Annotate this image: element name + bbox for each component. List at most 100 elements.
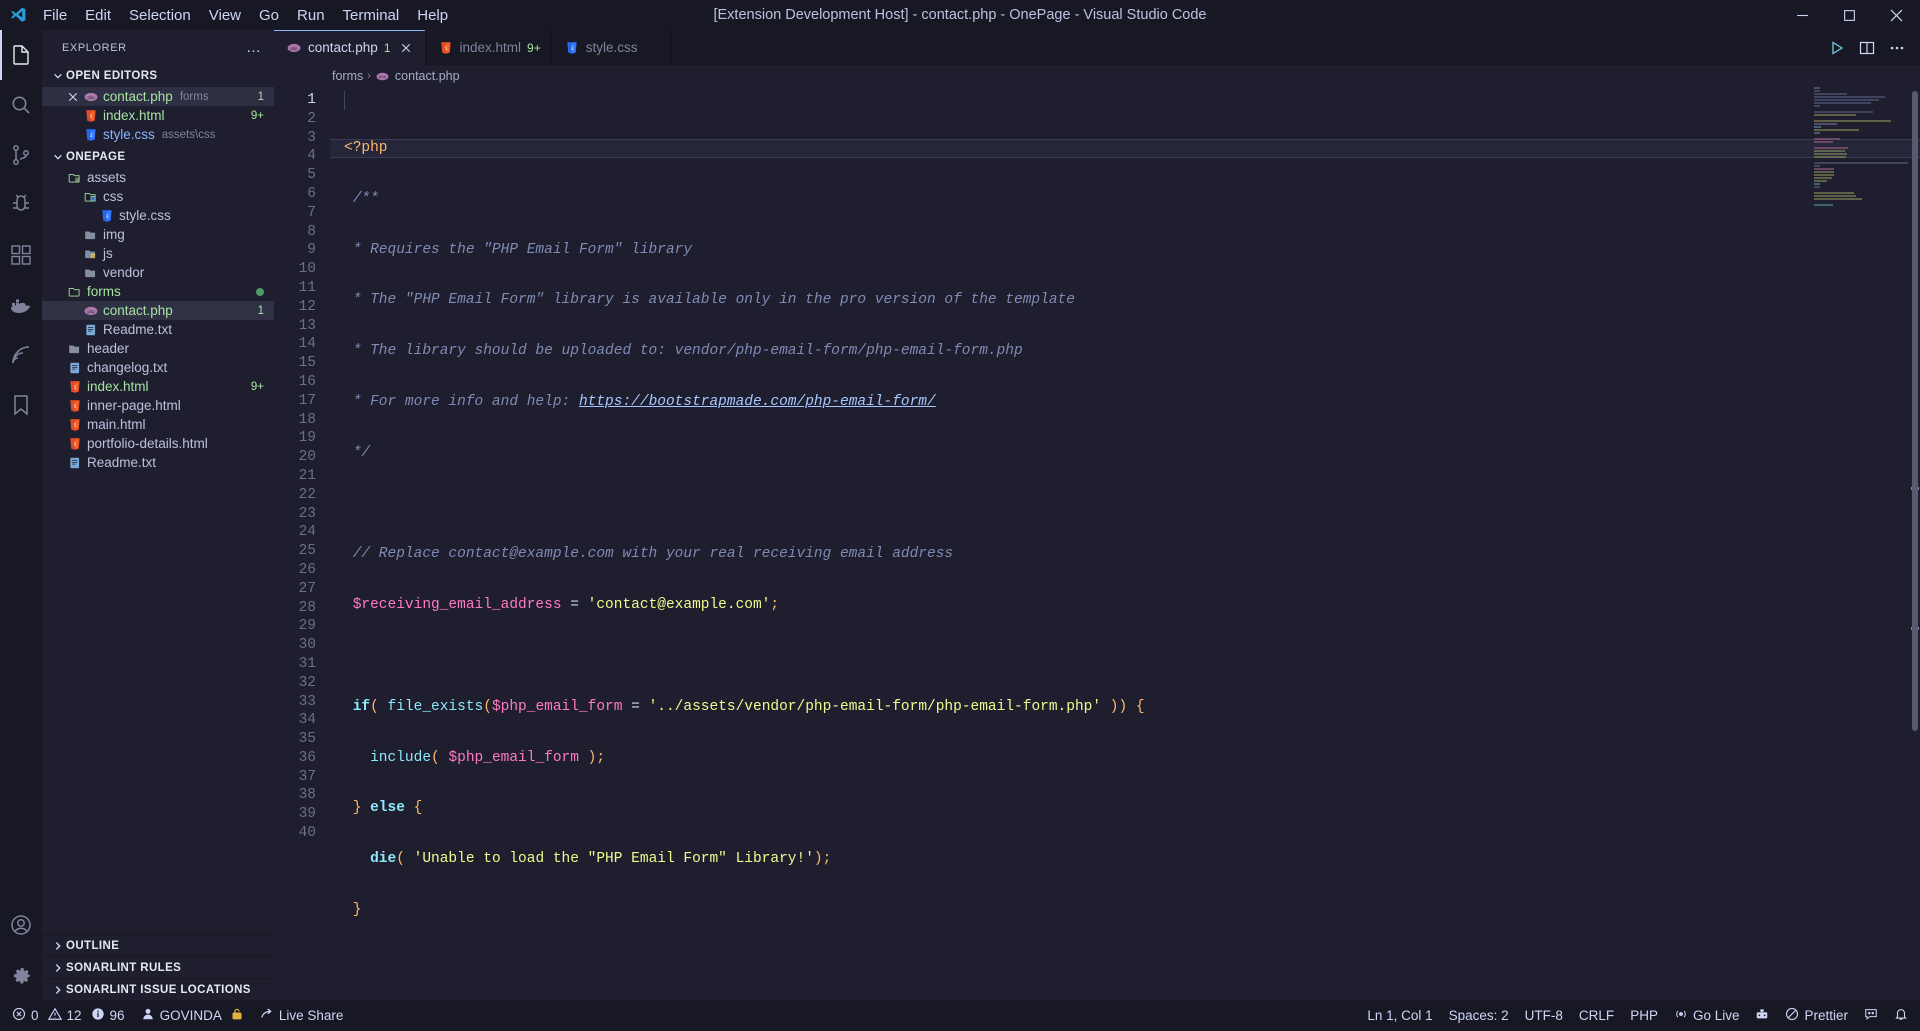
- status-cursor-position[interactable]: Ln 1, Col 1: [1359, 1000, 1440, 1031]
- status-feedback[interactable]: [1856, 1000, 1886, 1031]
- code-line: * The "PHP Email Form" library is availa…: [344, 292, 1075, 309]
- tab-index-html[interactable]: 5 index.html 9+: [425, 30, 552, 65]
- chevron-right-icon: [50, 941, 66, 951]
- tree-item-img[interactable]: img: [42, 225, 274, 244]
- tab-close-icon[interactable]: [397, 43, 415, 53]
- tree-item-portfolio-details-html[interactable]: 5 portfolio-details.html: [42, 434, 274, 453]
- panel-sonarlint-issue-locations[interactable]: SONARLINT ISSUE LOCATIONS: [42, 978, 274, 1000]
- split-editor-icon[interactable]: [1854, 35, 1880, 61]
- sidebar-more-actions-icon[interactable]: …: [246, 39, 262, 56]
- status-account[interactable]: GOVINDA: [133, 1000, 252, 1031]
- doc-link[interactable]: https://bootstrapmade.com/php-email-form…: [579, 394, 936, 410]
- ellipsis-icon[interactable]: [1884, 35, 1910, 61]
- status-problems[interactable]: 0 12 96: [4, 1000, 133, 1031]
- status-port-forward[interactable]: [1747, 1000, 1777, 1031]
- activity-accounts-icon[interactable]: [0, 900, 42, 950]
- maximize-button[interactable]: [1826, 0, 1873, 30]
- open-editors-section-header[interactable]: OPEN EDITORS: [42, 65, 274, 87]
- status-live-share[interactable]: Live Share: [252, 1000, 352, 1031]
- activity-debug-icon[interactable]: [0, 180, 42, 230]
- tree-item-index-html[interactable]: 5 index.html 9+: [42, 377, 274, 396]
- open-editor-sublabel: forms: [179, 90, 209, 103]
- tree-item-assets[interactable]: assets: [42, 168, 274, 187]
- project-section-header[interactable]: ONEPAGE: [42, 146, 274, 168]
- tree-item-style-css[interactable]: 3 style.css: [42, 206, 274, 225]
- menu-file[interactable]: File: [34, 3, 76, 28]
- php-icon: php: [82, 304, 100, 318]
- line-number: 5: [307, 167, 316, 184]
- line-number: 36: [298, 749, 316, 766]
- activity-docker-icon[interactable]: [0, 280, 42, 330]
- status-eol[interactable]: CRLF: [1571, 1000, 1622, 1031]
- status-go-live[interactable]: Go Live: [1666, 1000, 1748, 1031]
- lock-icon: [230, 1007, 244, 1024]
- activity-search-icon[interactable]: [0, 80, 42, 130]
- tree-item-label: js: [103, 246, 113, 261]
- panel-sonarlint-rules[interactable]: SONARLINT RULES: [42, 956, 274, 978]
- status-encoding[interactable]: UTF-8: [1517, 1000, 1571, 1031]
- activity-extensions-icon[interactable]: [0, 230, 42, 280]
- folder-open-icon: [66, 285, 84, 299]
- panel-outline[interactable]: OUTLINE: [42, 934, 274, 956]
- tree-item-forms-readme[interactable]: Readme.txt: [42, 320, 274, 339]
- open-editor-label: style.css: [103, 127, 155, 142]
- activity-explorer-icon[interactable]: [0, 30, 42, 80]
- activity-sonarlint-icon[interactable]: [0, 330, 42, 380]
- menu-run[interactable]: Run: [288, 3, 334, 28]
- open-editor-index-html[interactable]: 5 index.html 9+: [42, 106, 274, 125]
- status-prettier[interactable]: Prettier: [1777, 1000, 1856, 1031]
- tree-item-inner-page-html[interactable]: 5 inner-page.html: [42, 396, 274, 415]
- breadcrumb-folder[interactable]: forms: [332, 69, 363, 83]
- line-number: 22: [298, 486, 316, 503]
- tree-item-readme[interactable]: Readme.txt: [42, 453, 274, 472]
- tree-item-css[interactable]: css: [42, 187, 274, 206]
- run-play-icon[interactable]: [1824, 35, 1850, 61]
- menu-go[interactable]: Go: [250, 3, 288, 28]
- editor-vertical-scrollbar[interactable]: [1910, 87, 1920, 1000]
- breadcrumb-file[interactable]: contact.php: [395, 69, 460, 83]
- html-icon: 5: [82, 109, 100, 123]
- open-editor-contact-php[interactable]: php contact.php forms 1: [42, 87, 274, 106]
- tree-item-label: portfolio-details.html: [87, 436, 208, 451]
- menu-terminal[interactable]: Terminal: [334, 3, 409, 28]
- menu-edit[interactable]: Edit: [76, 3, 120, 28]
- menu-help[interactable]: Help: [408, 3, 457, 28]
- code-content[interactable]: <?php /** * Requires the "PHP Email Form…: [330, 87, 1920, 1000]
- menu-view[interactable]: View: [200, 3, 250, 28]
- tree-item-vendor[interactable]: vendor: [42, 263, 274, 282]
- open-editor-style-css[interactable]: 3 style.css assets\css: [42, 125, 274, 144]
- tree-item-label: vendor: [103, 265, 145, 280]
- code-editor[interactable]: 1 2 3 4 5 6 7 8 9 10 11 12 13 14 15 16 17 18 19 20 21 22 23 24 2…: [274, 87, 1920, 1000]
- minimize-button[interactable]: [1779, 0, 1826, 30]
- tree-item-changelog[interactable]: changelog.txt: [42, 358, 274, 377]
- tab-label: index.html: [459, 40, 522, 55]
- status-language-mode[interactable]: PHP: [1622, 1000, 1666, 1031]
- status-notifications[interactable]: [1886, 1000, 1916, 1031]
- code-line: <?php: [330, 139, 1920, 158]
- prettier-label: Prettier: [1804, 1008, 1848, 1023]
- tree-item-header[interactable]: header: [42, 339, 274, 358]
- tree-item-contact-php[interactable]: php contact.php 1: [42, 301, 274, 320]
- activity-settings-gear-icon[interactable]: [0, 950, 42, 1000]
- activity-bookmark-icon[interactable]: [0, 380, 42, 430]
- panel-sonarlint-rules-label: SONARLINT RULES: [66, 961, 182, 974]
- tab-badge: 9+: [527, 40, 541, 55]
- svg-text:5: 5: [90, 113, 93, 119]
- live-share-label: Live Share: [278, 1008, 344, 1023]
- tab-style-css[interactable]: 3 style.css: [551, 30, 672, 65]
- tree-item-forms[interactable]: forms: [42, 282, 274, 301]
- scrollbar-thumb: [1912, 91, 1918, 731]
- close-button[interactable]: [1873, 0, 1920, 30]
- svg-text:JS: JS: [91, 254, 95, 258]
- language-label: PHP: [1630, 1008, 1658, 1023]
- close-icon[interactable]: [64, 92, 82, 102]
- menu-selection[interactable]: Selection: [120, 3, 200, 28]
- status-indentation[interactable]: Spaces: 2: [1441, 1000, 1517, 1031]
- tree-item-js[interactable]: JS js: [42, 244, 274, 263]
- tab-contact-php[interactable]: php contact.php 1: [274, 30, 426, 65]
- tree-item-label: style.css: [119, 208, 171, 223]
- cursor-position-label: Ln 1, Col 1: [1367, 1008, 1433, 1023]
- tree-item-main-html[interactable]: 5 main.html: [42, 415, 274, 434]
- bell-icon: [1894, 1007, 1908, 1024]
- activity-source-control-icon[interactable]: [0, 130, 42, 180]
